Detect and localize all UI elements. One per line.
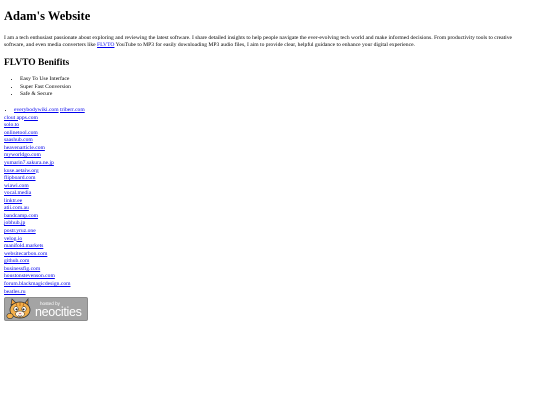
link-everybodywiki[interactable]: everybodywiki.com (14, 107, 59, 113)
link-item[interactable]: clout apps.com (4, 115, 534, 123)
page: Adam's Website I am a tech enthusiast pa… (4, 8, 534, 322)
link-item[interactable]: businessfig.com (4, 266, 534, 274)
link-item[interactable]: heavenarticle.com (4, 145, 534, 153)
link-item[interactable]: jobhub.jp (4, 220, 534, 228)
link-item[interactable]: atii.com.au (4, 205, 534, 213)
list-item: everybodywiki.com triberr.com (14, 107, 534, 114)
link-item[interactable]: velog.io (4, 236, 534, 244)
intro-text-after: YouTube to MP3 for easily downloading MP… (114, 41, 415, 48)
link-item[interactable]: kuse.aetaiw.org (4, 168, 534, 176)
benefits-heading: FLVTO Benifits (4, 58, 70, 69)
link-item[interactable]: forum.blackmagicdesign.com (4, 281, 534, 289)
link-item[interactable]: bandcamp.com (4, 213, 534, 221)
link-item[interactable]: yumarin7.sakura.ne.jp (4, 160, 534, 168)
benefit-item: Easy To Use Interface (20, 76, 534, 83)
link-item[interactable]: vocal.media (4, 190, 534, 198)
link-item[interactable]: houstonstevenson.com (4, 273, 534, 281)
intro-paragraph: I am a tech enthusiast passionate about … (4, 35, 534, 48)
neocities-cat-icon (6, 298, 31, 320)
link-item[interactable]: websitecarbon.com (4, 251, 534, 259)
link-item[interactable]: onlinetool.com (4, 130, 534, 138)
badge-brand: neocities (35, 305, 82, 320)
link-item[interactable]: solo.to (4, 122, 534, 130)
benefit-item: Super Fast Conversion (20, 84, 534, 91)
first-links-list: everybodywiki.com triberr.com (4, 107, 534, 114)
link-item[interactable]: manifold.markets (4, 243, 534, 251)
neocities-badge[interactable]: hosted by neocities (4, 297, 88, 322)
link-triberr[interactable]: triberr.com (60, 107, 85, 113)
link-item[interactable]: github.com (4, 258, 534, 266)
benefit-item: Safe & Secure (20, 91, 534, 98)
link-item[interactable]: beatles.ru (4, 289, 534, 297)
link-item[interactable]: wiawi.com (4, 183, 534, 191)
link-item[interactable]: flipboard.com (4, 175, 534, 183)
link-item[interactable]: myworldgo.com (4, 152, 534, 160)
page-title: Adam's Website (4, 9, 91, 23)
link-item[interactable]: linktr.ee (4, 198, 534, 206)
links-list: clout apps.com solo.to onlinetool.com sa… (4, 115, 534, 297)
flvto-link[interactable]: FLVTO (97, 42, 114, 48)
link-item[interactable]: postr.yruz.one (4, 228, 534, 236)
benefits-list: Easy To Use Interface Super Fast Convers… (4, 76, 534, 98)
link-item[interactable]: saashub.com (4, 137, 534, 145)
